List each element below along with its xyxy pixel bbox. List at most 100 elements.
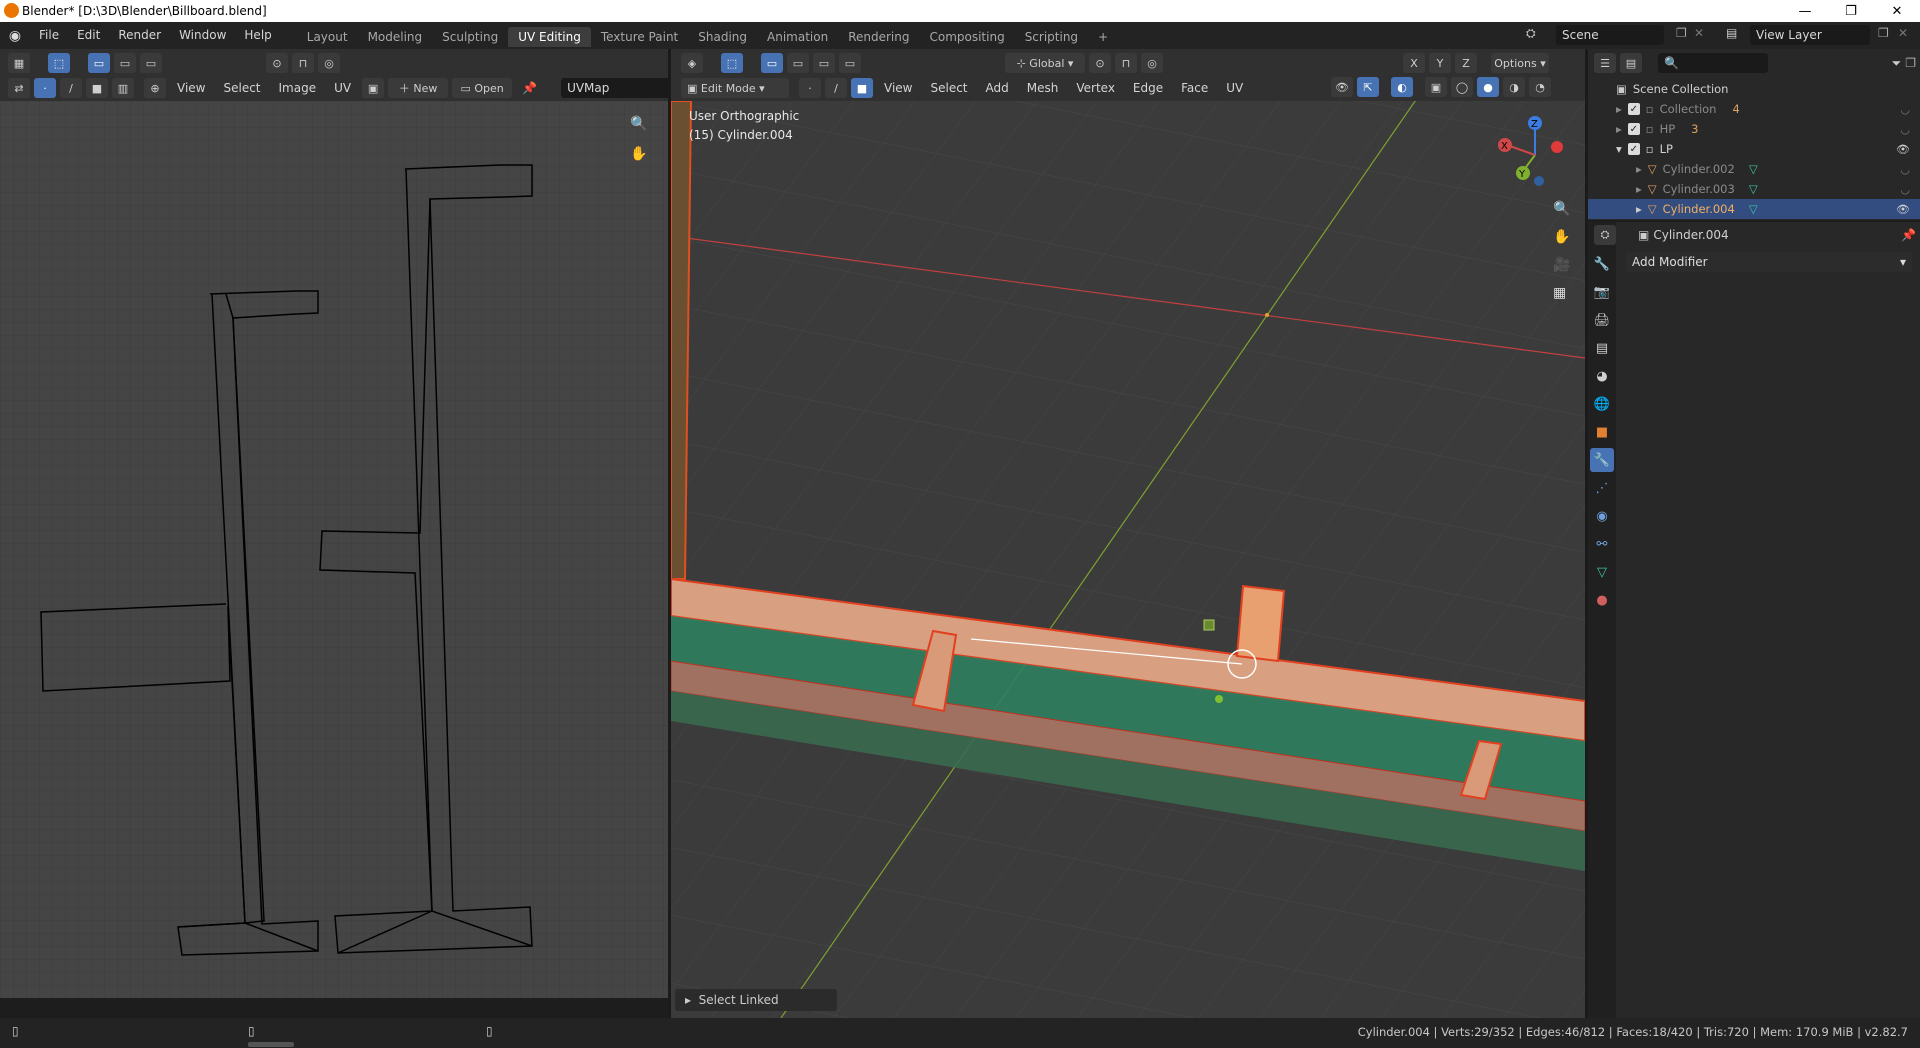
view-layer-tab-icon[interactable]: ▤ (1590, 336, 1614, 360)
wireframe-shading-icon[interactable]: ◯ (1451, 77, 1473, 97)
uv-vertex-mode-icon[interactable]: · (34, 78, 56, 98)
visibility-eye-icon[interactable]: ◡ (1900, 163, 1910, 176)
outliner-editor-icon[interactable]: ☰ (1594, 53, 1616, 73)
new-scene-icon[interactable]: ❐ (1676, 26, 1687, 40)
visibility-eye-icon[interactable]: ◡ (1900, 103, 1910, 116)
outliner-item-cylinder-003[interactable]: ▸ ▽ Cylinder.003 ▽ ◡ (1588, 179, 1920, 199)
visibility-eye-icon[interactable]: ◡ (1900, 123, 1910, 136)
face-select-mode-icon[interactable]: ■ (851, 78, 873, 98)
outliner-item-collection[interactable]: ▸ ✓ ▫ Collection 4 ◡ (1588, 99, 1920, 119)
exclude-checkbox[interactable]: ✓ (1627, 143, 1640, 155)
outliner-item-lp[interactable]: ▾ ✓ ▫ LP 👁 (1588, 139, 1920, 159)
tool-tab-icon[interactable]: 🔧 (1590, 252, 1614, 276)
uv-menu-select[interactable]: Select (216, 77, 267, 99)
select-mode-new-icon[interactable]: ▭ (88, 53, 110, 73)
select-mode-subtract-icon[interactable]: ▭ (140, 53, 162, 73)
vp-select-invert-icon[interactable]: ▭ (839, 53, 861, 73)
solid-shading-icon[interactable]: ● (1477, 77, 1499, 97)
data-tab-icon[interactable]: ▽ (1590, 560, 1614, 584)
vp-menu-select[interactable]: Select (923, 77, 974, 99)
vp-select-extend-icon[interactable]: ▭ (787, 53, 809, 73)
close-button[interactable]: ✕ (1874, 0, 1920, 22)
uv-pan-icon[interactable]: ✋ (630, 146, 647, 162)
outliner-item-hp[interactable]: ▸ ✓ ▫ HP 3 ◡ (1588, 119, 1920, 139)
uv-editor-canvas[interactable]: 🔍 ✋ (0, 101, 668, 998)
sticky-select-icon[interactable]: ⊕ (144, 78, 166, 98)
open-image-button[interactable]: ▭ Open (452, 78, 513, 98)
menu-help[interactable]: Help (235, 22, 280, 49)
view-layer-field[interactable]: View Layer (1750, 25, 1870, 45)
maximize-button[interactable]: ❐ (1828, 0, 1874, 22)
blender-menu-icon[interactable]: ◉ (0, 28, 30, 44)
tab-texture-paint[interactable]: Texture Paint (591, 27, 688, 47)
pin-icon[interactable]: 📌 (522, 81, 537, 95)
visibility-eye-icon[interactable]: 👁 (1896, 203, 1910, 216)
select-mode-extend-icon[interactable]: ▭ (114, 53, 136, 73)
modifier-tab-icon[interactable]: 🔧 (1590, 448, 1614, 472)
pivot-icon[interactable]: ⊙ (266, 53, 288, 73)
exclude-checkbox[interactable]: ✓ (1627, 103, 1640, 115)
menu-window[interactable]: Window (170, 22, 235, 49)
vp-menu-uv[interactable]: UV (1219, 77, 1250, 99)
viewport-editor-type-icon[interactable]: ◈ (681, 53, 703, 73)
overlay-toggle-icon[interactable]: ◐ (1391, 77, 1413, 97)
uv-menu-uv[interactable]: UV (327, 77, 358, 99)
display-mode-icon[interactable]: ▤ (1620, 53, 1642, 73)
editor-type-icon[interactable]: ▦ (8, 53, 30, 73)
constraints-tab-icon[interactable]: ⚯ (1590, 532, 1614, 556)
orientation-dropdown[interactable]: ⊹ Global ▾ (1005, 53, 1085, 73)
material-tab-icon[interactable]: ● (1590, 588, 1614, 612)
uv-menu-image[interactable]: Image (272, 77, 324, 99)
add-workspace-button[interactable]: + (1088, 27, 1118, 47)
edge-select-mode-icon[interactable]: / (825, 78, 847, 98)
pin-icon[interactable]: 📌 (1901, 228, 1916, 242)
physics-tab-icon[interactable]: ◉ (1590, 504, 1614, 528)
world-tab-icon[interactable]: 🌐 (1590, 392, 1614, 416)
options-dropdown[interactable]: Options ▾ (1491, 53, 1549, 73)
tab-sculpting[interactable]: Sculpting (432, 27, 508, 47)
vp-zoom-icon[interactable]: 🔍 (1553, 201, 1570, 217)
visibility-eye-icon[interactable]: 👁 (1896, 143, 1910, 156)
vp-menu-add[interactable]: Add (979, 77, 1016, 99)
scene-field[interactable]: Scene (1556, 25, 1664, 45)
vp-menu-edge[interactable]: Edge (1126, 77, 1170, 99)
tab-uv-editing[interactable]: UV Editing (508, 26, 591, 47)
ortho-toggle-icon[interactable]: ▦ (1553, 285, 1566, 301)
particles-tab-icon[interactable]: ⋰ (1590, 476, 1614, 500)
render-tab-icon[interactable]: 📷 (1590, 280, 1614, 304)
uv-menu-view[interactable]: View (170, 77, 212, 99)
mirror-x-button[interactable]: X (1403, 53, 1425, 73)
menu-edit[interactable]: Edit (68, 22, 109, 49)
mirror-y-button[interactable]: Y (1429, 53, 1451, 73)
image-browse-icon[interactable]: ▣ (362, 78, 385, 98)
filter-icon[interactable]: ⏷ (1892, 56, 1902, 71)
new-view-layer-icon[interactable]: ❐ (1878, 26, 1889, 40)
visibility-eye-icon[interactable]: ◡ (1900, 183, 1910, 196)
vertex-select-mode-icon[interactable]: · (799, 78, 821, 98)
tab-shading[interactable]: Shading (688, 27, 757, 47)
new-collection-icon[interactable]: ❐ (1905, 56, 1916, 70)
tab-layout[interactable]: Layout (297, 27, 358, 47)
vp-menu-vertex[interactable]: Vertex (1069, 77, 1122, 99)
exclude-checkbox[interactable]: ✓ (1627, 123, 1640, 135)
mirror-z-button[interactable]: Z (1455, 53, 1477, 73)
material-shading-icon[interactable]: ◑ (1503, 77, 1525, 97)
vp-snap-icon[interactable]: ⊓ (1115, 53, 1137, 73)
menu-file[interactable]: File (30, 22, 68, 49)
visibility-icon[interactable]: 👁 (1331, 77, 1353, 97)
uv-sync-icon[interactable]: ⇄ (8, 78, 30, 98)
tab-modeling[interactable]: Modeling (358, 27, 433, 47)
outliner-item-cylinder-004[interactable]: ▸ ▽ Cylinder.004 ▽ 👁 (1588, 199, 1920, 219)
select-tool-icon[interactable]: ⬚ (48, 53, 70, 73)
object-tab-icon[interactable]: ■ (1590, 420, 1614, 444)
pivot-point-icon[interactable]: ⊙ (1089, 53, 1111, 73)
navigation-gizmo[interactable]: Z Y X (1495, 111, 1575, 191)
rendered-shading-icon[interactable]: ◔ (1529, 77, 1551, 97)
view-layer-icon[interactable]: ▤ (1726, 26, 1737, 40)
mode-dropdown[interactable]: ▣ Edit Mode ▾ (681, 78, 789, 98)
uv-island-mode-icon[interactable]: ▥ (112, 78, 134, 98)
remove-view-layer-icon[interactable]: ✕ (1898, 26, 1908, 40)
vp-menu-view[interactable]: View (877, 77, 919, 99)
snap-icon[interactable]: ⊓ (292, 53, 314, 73)
vp-menu-mesh[interactable]: Mesh (1020, 77, 1066, 99)
